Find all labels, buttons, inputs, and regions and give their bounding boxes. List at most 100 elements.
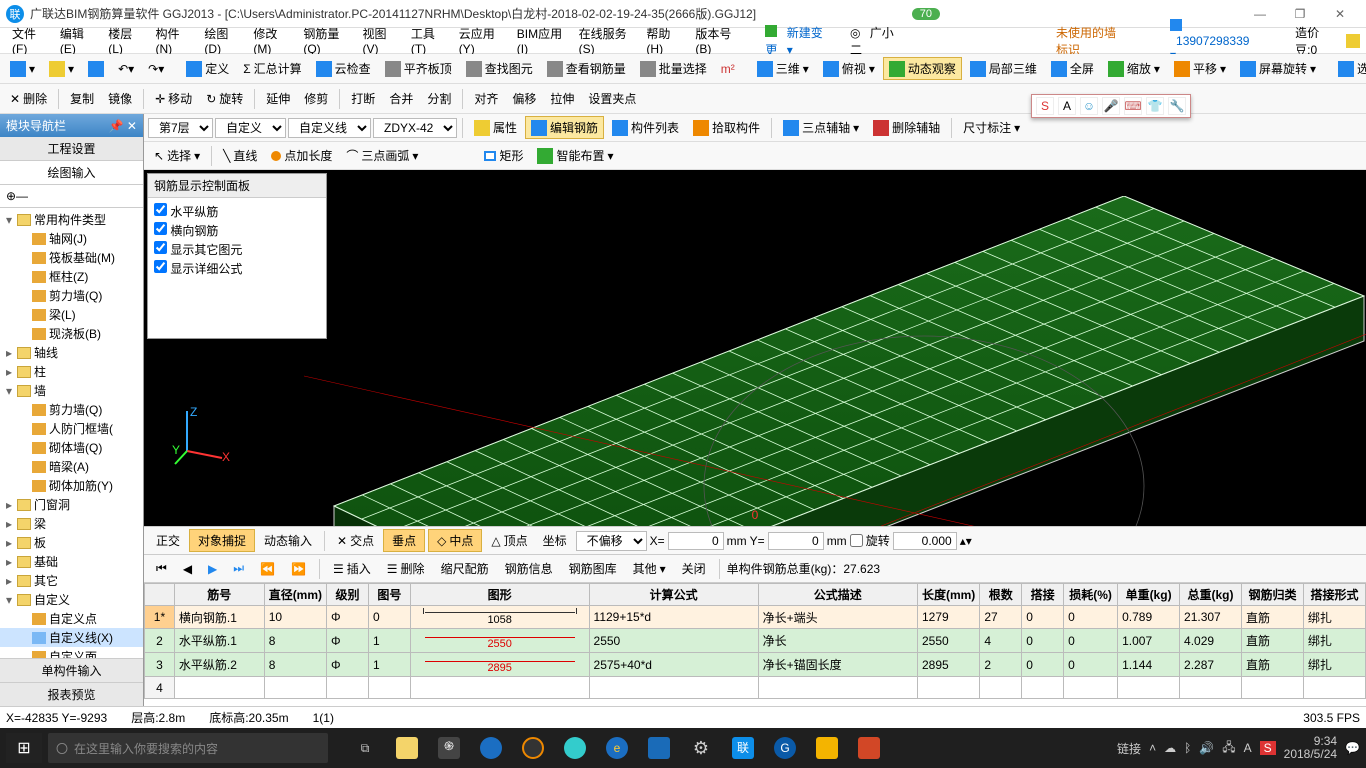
snap-vertex[interactable]: △ 顶点 xyxy=(485,529,533,552)
component-combo[interactable]: ZDYX-42 xyxy=(373,118,457,138)
snap-perp[interactable]: 垂点 xyxy=(383,529,425,552)
snap-cross[interactable]: ✕ 交点 xyxy=(331,529,380,552)
view-rebar-button[interactable]: 查看钢筋量 xyxy=(541,57,632,80)
tree-node[interactable]: ▸其它 xyxy=(0,571,143,590)
task-view-icon[interactable]: ⧉ xyxy=(346,733,384,763)
tree-leaf[interactable]: 暗梁(A) xyxy=(0,457,143,476)
point-length-button[interactable]: 点加长度 xyxy=(265,144,338,167)
snap-mid[interactable]: ◇ 中点 xyxy=(428,529,482,552)
opt-horizontal-rebar[interactable]: 水平纵筋 xyxy=(154,202,320,221)
category-combo[interactable]: 自定义 xyxy=(215,118,286,138)
tray-volume-icon[interactable]: 🔊 xyxy=(1199,741,1214,755)
menu-version[interactable]: 版本号(B) xyxy=(689,23,743,58)
merge-button[interactable]: 合并 xyxy=(383,87,419,110)
move-button[interactable]: ✛ 移动 xyxy=(149,87,198,110)
tray-network-icon[interactable]: 🖧 xyxy=(1222,738,1235,759)
orbit-button[interactable]: 动态观察 xyxy=(883,57,962,80)
app-store[interactable] xyxy=(640,733,678,763)
tree-node[interactable]: ▸柱 xyxy=(0,362,143,381)
define-button[interactable]: 定义 xyxy=(180,57,235,80)
close-table-button[interactable]: 关闭 xyxy=(676,557,712,580)
menu-help[interactable]: 帮助(H) xyxy=(640,23,685,58)
menu-rebar[interactable]: 钢筋量(Q) xyxy=(297,23,352,58)
tray-clock[interactable]: 9:342018/5/24 xyxy=(1284,735,1337,761)
tree-leaf[interactable]: 砌体加筋(Y) xyxy=(0,476,143,495)
nav-tab-single[interactable]: 单构件输入 xyxy=(0,658,143,682)
rotate-toggle[interactable] xyxy=(850,534,863,547)
tree-node[interactable]: ▸板 xyxy=(0,533,143,552)
insert-row-button[interactable]: ☰ 插入 xyxy=(327,557,377,580)
record-next[interactable]: ⏩ xyxy=(285,559,312,579)
record-prev[interactable]: ⏪ xyxy=(254,559,281,579)
ortho-toggle[interactable]: 正交 xyxy=(150,529,186,552)
tray-bluetooth-icon[interactable]: ᛒ xyxy=(1184,741,1191,755)
tray-lang-a[interactable]: A xyxy=(1244,741,1252,755)
tree-node[interactable]: ▾墙 xyxy=(0,381,143,400)
close-button[interactable]: ✕ xyxy=(1320,7,1360,21)
stretch-button[interactable]: 拉伸 xyxy=(544,87,580,110)
tree-node[interactable]: ▸梁 xyxy=(0,514,143,533)
menu-floor[interactable]: 楼层(L) xyxy=(102,23,145,58)
split-button[interactable]: 分割 xyxy=(421,87,457,110)
ime-mic-icon[interactable]: 🎤 xyxy=(1102,97,1120,114)
menu-edit[interactable]: 编辑(E) xyxy=(54,23,98,58)
m2-button[interactable]: m² xyxy=(715,59,741,79)
pick-component-button[interactable]: 拾取构件 xyxy=(687,116,766,139)
nav-tree[interactable]: ▾常用构件类型轴网(J)筏板基础(M)框柱(Z)剪力墙(Q)梁(L)现浇板(B)… xyxy=(0,208,143,658)
tree-leaf[interactable]: 剪力墙(Q) xyxy=(0,286,143,305)
tree-node[interactable]: ▸轴线 xyxy=(0,343,143,362)
find-elem-button[interactable]: 查找图元 xyxy=(460,57,539,80)
tray-ime-icon[interactable]: S xyxy=(1260,741,1276,755)
align-button[interactable]: 对齐 xyxy=(468,87,504,110)
app-explorer[interactable] xyxy=(388,733,426,763)
osnap-toggle[interactable]: 对象捕捉 xyxy=(189,529,255,552)
start-button[interactable]: ⊞ xyxy=(6,733,42,763)
tree-expand-icon[interactable]: ⊕— xyxy=(6,189,28,203)
batch-select-button[interactable]: 批量选择 xyxy=(634,57,713,80)
pan-button[interactable]: 平移▾ xyxy=(1168,57,1232,80)
ime-hanger-icon[interactable]: 👕 xyxy=(1146,97,1164,114)
nav-tab-report[interactable]: 报表预览 xyxy=(0,682,143,706)
tree-leaf[interactable]: 自定义点 xyxy=(0,609,143,628)
rotate-button[interactable]: ↻ 旋转 xyxy=(200,87,249,110)
maximize-button[interactable]: ❐ xyxy=(1280,7,1320,21)
edit-rebar-button[interactable]: 编辑钢筋 xyxy=(525,116,604,139)
taskbar-search[interactable]: 〇 在这里输入你要搜索的内容 xyxy=(48,733,328,763)
tree-leaf[interactable]: 现浇板(B) xyxy=(0,324,143,343)
opt-transverse-rebar[interactable]: 横向钢筋 xyxy=(154,221,320,240)
new-button[interactable]: ▾ xyxy=(4,58,41,80)
trim-button[interactable]: 修剪 xyxy=(298,87,334,110)
select-tool-button[interactable]: ↖ 选择 ▾ xyxy=(148,144,206,167)
tree-leaf[interactable]: 人防门框墙( xyxy=(0,419,143,438)
floor-combo[interactable]: 第7层 xyxy=(148,118,213,138)
menu-cloud[interactable]: 云应用(Y) xyxy=(453,23,507,58)
smart-layout-button[interactable]: 智能布置 ▾ xyxy=(531,144,619,167)
viewport-3d[interactable]: 钢筋显示控制面板 水平纵筋 横向钢筋 显示其它图元 显示详细公式 Z X Y 0 xyxy=(144,170,1366,526)
tree-node[interactable]: ▸门窗洞 xyxy=(0,495,143,514)
snap-coord[interactable]: 坐标 xyxy=(537,529,573,552)
dimension-button[interactable]: 尺寸标注▾ xyxy=(957,116,1026,139)
opt-show-formula[interactable]: 显示详细公式 xyxy=(154,259,320,278)
app-sync[interactable]: ֍ xyxy=(430,733,468,763)
app-notes[interactable] xyxy=(808,733,846,763)
tree-leaf[interactable]: 梁(L) xyxy=(0,305,143,324)
nav-prev[interactable]: ◀ xyxy=(177,559,198,579)
menu-view[interactable]: 视图(V) xyxy=(356,23,400,58)
menu-file[interactable]: 文件(F) xyxy=(6,23,50,58)
break-button[interactable]: 打断 xyxy=(345,87,381,110)
top-view-button[interactable]: 俯视▾ xyxy=(817,57,881,80)
app-settings[interactable]: ⚙ xyxy=(682,733,720,763)
ime-s-icon[interactable]: S xyxy=(1036,97,1054,114)
component-list-button[interactable]: 构件列表 xyxy=(606,116,685,139)
save-button[interactable] xyxy=(82,58,110,80)
menu-component[interactable]: 构件(N) xyxy=(150,23,195,58)
align-slab-button[interactable]: 平齐板顶 xyxy=(379,57,458,80)
del-aux-axis-button[interactable]: 删除辅轴 xyxy=(867,116,946,139)
tray-cloud-icon[interactable]: ☁ xyxy=(1164,741,1176,755)
menu-tools[interactable]: 工具(T) xyxy=(405,23,449,58)
extend-button[interactable]: 延伸 xyxy=(260,87,296,110)
y-input[interactable] xyxy=(768,532,824,550)
nav-last[interactable]: ⏭ xyxy=(227,558,250,579)
tray-notifications-icon[interactable]: 💬 xyxy=(1345,741,1360,755)
x-input[interactable] xyxy=(668,532,724,550)
